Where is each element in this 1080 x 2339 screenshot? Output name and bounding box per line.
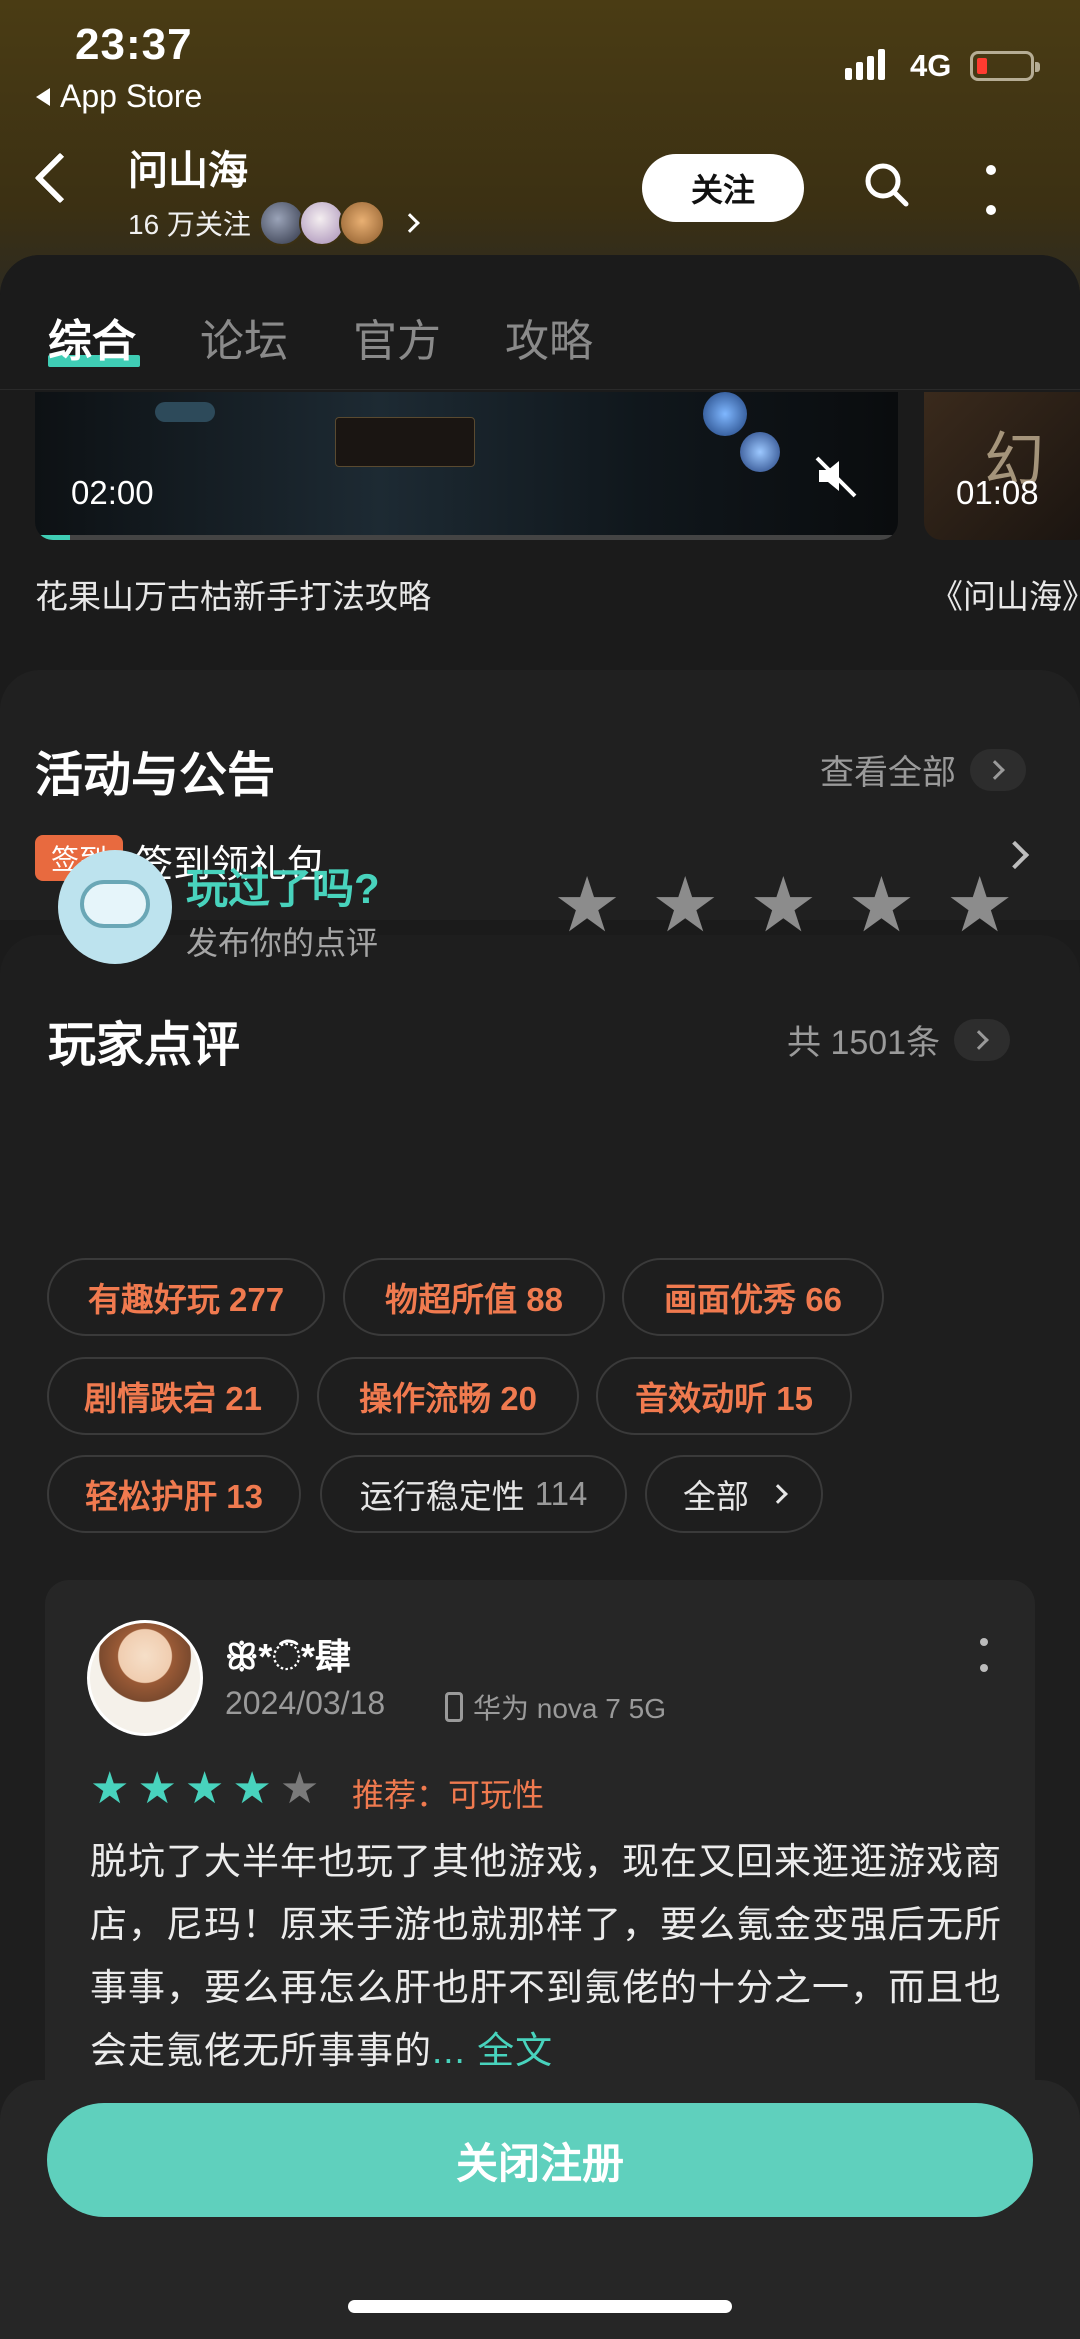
- tag-story[interactable]: 剧情跌宕 21: [47, 1357, 299, 1435]
- star-icon: ★: [137, 1763, 177, 1814]
- read-more-link[interactable]: ... 全文: [432, 2030, 553, 2071]
- review-rating-stars: ★ ★ ★ ★ ★: [90, 1767, 319, 1811]
- astronaut-avatar-icon: [58, 850, 172, 964]
- review-device: 华为 nova 7 5G: [445, 1687, 666, 1727]
- home-indicator[interactable]: [348, 2300, 732, 2313]
- tag-stability-label: 运行稳定性: [359, 1478, 525, 1515]
- star-icon[interactable]: ★: [651, 867, 719, 943]
- tag-graphics[interactable]: 画面优秀 66: [622, 1258, 884, 1336]
- review-date: 2024/03/18: [225, 1685, 386, 1721]
- review-device-label: 华为 nova 7 5G: [473, 1693, 666, 1724]
- tag-stability[interactable]: 运行稳定性 114: [320, 1455, 627, 1533]
- avatar[interactable]: [87, 1620, 203, 1736]
- game-title: 问山海: [128, 149, 248, 193]
- star-icon[interactable]: ★: [847, 867, 915, 943]
- rating-stars-input[interactable]: ★ ★ ★ ★ ★: [553, 867, 1014, 943]
- reviews-count-label: 共 1501条: [787, 1024, 941, 1062]
- chevron-right-icon: [970, 748, 1026, 791]
- video-title[interactable]: 花果山万古枯新手打法攻略: [35, 570, 431, 618]
- review-body: 脱坑了大半年也玩了其他游戏，现在又回来逛逛游戏商店，尼玛！原来手游也就那样了，要…: [90, 1830, 1010, 2082]
- video-thumbnail[interactable]: 02:00: [35, 392, 898, 540]
- review-username[interactable]: ꕥ*ି*肆: [225, 1628, 351, 1680]
- video-title[interactable]: 《问山海》: [930, 570, 1080, 618]
- tag-relaxed[interactable]: 轻松护肝 13: [47, 1455, 301, 1533]
- tag-fun[interactable]: 有趣好玩 277: [47, 1258, 325, 1336]
- tag-smooth[interactable]: 操作流畅 20: [317, 1357, 579, 1435]
- star-icon: ★: [184, 1763, 225, 1814]
- search-icon[interactable]: [862, 160, 910, 208]
- signal-icon: [845, 48, 885, 80]
- tag-value[interactable]: 物超所值 88: [343, 1258, 605, 1336]
- status-time: 23:37: [75, 20, 193, 69]
- tag-stability-count: 114: [534, 1475, 588, 1512]
- star-icon: ★: [232, 1763, 272, 1814]
- review-prompt-subtitle[interactable]: 发布你的点评: [186, 918, 378, 964]
- back-to-app-store[interactable]: App Store: [36, 78, 202, 115]
- back-app-label: App Store: [60, 78, 203, 114]
- tab-official[interactable]: 官方: [353, 305, 441, 369]
- star-icon[interactable]: ★: [553, 867, 621, 943]
- follow-button[interactable]: 关注: [642, 154, 804, 222]
- tag-all[interactable]: 全部: [645, 1455, 823, 1533]
- events-title: 活动与公告: [35, 749, 276, 802]
- followers-row[interactable]: 16 万关注: [128, 200, 420, 246]
- review-recommend: 推荐：可玩性: [352, 1777, 545, 1813]
- app-screen: 23:37 App Store 4G 问山海 16 万关注 关注 综合 论坛 官…: [0, 0, 1080, 2339]
- chevron-right-icon: [954, 1018, 1011, 1061]
- chevron-right-icon: [400, 213, 420, 233]
- follower-avatars: [258, 200, 385, 246]
- close-register-button[interactable]: 关闭注册: [47, 2103, 1033, 2217]
- more-vertical-icon[interactable]: [980, 1638, 990, 1672]
- video-progress-bar: [35, 535, 898, 540]
- tab-bar: 综合 论坛 官方 攻略: [0, 255, 1080, 390]
- battery-icon: [970, 51, 1040, 81]
- star-icon[interactable]: ★: [946, 867, 1014, 943]
- review-prompt-title[interactable]: 玩过了吗?: [186, 855, 380, 916]
- star-icon: ★: [279, 1763, 320, 1814]
- reviews-count[interactable]: 共 1501条: [787, 1015, 1011, 1064]
- video-duration: 02:00: [71, 474, 154, 511]
- phone-icon: [445, 1692, 463, 1722]
- tab-guide[interactable]: 攻略: [505, 305, 593, 369]
- chevron-right-icon: [768, 1484, 788, 1504]
- tab-overview[interactable]: 综合: [48, 305, 136, 369]
- mute-icon[interactable]: [813, 452, 861, 500]
- star-icon[interactable]: ★: [749, 867, 817, 943]
- reviews-title: 玩家点评: [48, 1019, 241, 1072]
- tag-sound[interactable]: 音效动听 15: [596, 1357, 852, 1435]
- back-triangle-icon: [36, 87, 50, 106]
- avatar: [338, 200, 385, 246]
- network-label: 4G: [910, 48, 952, 83]
- view-all-label: 查看全部: [820, 754, 956, 792]
- view-all-events[interactable]: 查看全部: [820, 745, 1026, 794]
- tag-all-label: 全部: [683, 1478, 749, 1515]
- followers-count: 16 万关注: [128, 209, 251, 240]
- video-thumbnail[interactable]: 幻 01:08: [924, 392, 1080, 540]
- more-vertical-icon[interactable]: [985, 165, 997, 215]
- star-icon: ★: [90, 1763, 130, 1814]
- tab-forum[interactable]: 论坛: [200, 305, 288, 369]
- video-duration: 01:08: [956, 474, 1039, 511]
